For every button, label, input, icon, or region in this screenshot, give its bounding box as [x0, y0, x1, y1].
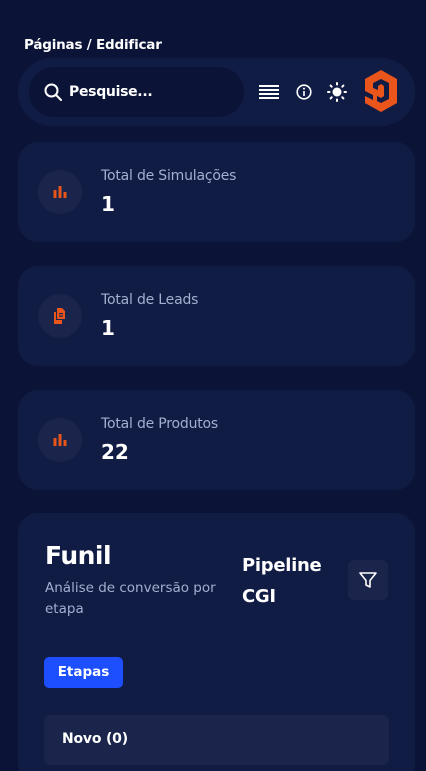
stat-label: Total de Leads	[101, 292, 199, 308]
stat-icon-container	[38, 170, 82, 214]
etapas-tab[interactable]: Etapas	[44, 657, 123, 688]
stat-card-leads: Total de Leads 1	[18, 266, 415, 366]
top-navbar	[18, 58, 415, 126]
documents-icon	[54, 308, 65, 324]
search-icon	[44, 83, 62, 101]
stat-icon-container	[38, 294, 82, 338]
bar-chart-icon	[53, 434, 67, 446]
bar-chart-icon	[53, 186, 67, 198]
stat-label: Total de Produtos	[101, 416, 219, 432]
stat-value: 22	[101, 440, 129, 464]
funnel-stage-row[interactable]: Novo (0)	[44, 715, 389, 765]
info-icon[interactable]	[296, 84, 312, 100]
stat-label: Total de Simulações	[101, 168, 237, 184]
menu-lines-icon[interactable]	[259, 84, 279, 100]
stat-value: 1	[101, 192, 115, 216]
sun-icon[interactable]	[327, 82, 347, 102]
pipeline-name: Pipeline CGI	[242, 555, 322, 607]
funnel-title: Funil	[45, 541, 112, 570]
filter-button[interactable]	[348, 560, 388, 600]
stat-icon-container	[38, 418, 82, 462]
stat-card-simulacoes: Total de Simulações 1	[18, 142, 415, 242]
stat-value: 1	[101, 316, 115, 340]
filter-icon	[359, 572, 377, 588]
stat-card-produtos: Total de Produtos 22	[18, 390, 415, 490]
search-input[interactable]	[69, 79, 229, 105]
funnel-subtitle: Análise de conversão por etapa	[45, 580, 216, 617]
search-box[interactable]	[29, 67, 244, 117]
breadcrumb: Páginas / Eddificar	[24, 37, 162, 53]
brand-logo-icon[interactable]	[363, 68, 399, 114]
stage-label: Novo (0)	[62, 731, 128, 747]
funnel-card: Funil Análise de conversão por etapa Pip…	[18, 513, 415, 771]
